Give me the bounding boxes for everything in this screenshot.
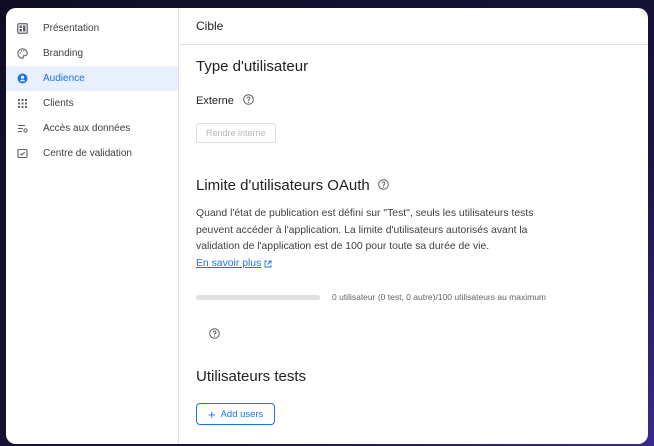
- help-icon[interactable]: [243, 94, 254, 108]
- app-window: Présentation Branding Audience Clients A…: [6, 8, 648, 444]
- add-users-label: Add users: [220, 408, 264, 420]
- user-type-row: Externe: [196, 94, 254, 108]
- make-internal-button[interactable]: Rendre interne: [196, 123, 276, 143]
- data-access-icon: [16, 123, 28, 135]
- plus-icon: +: [208, 406, 216, 422]
- sidebar-item-presentation[interactable]: Présentation: [6, 16, 178, 41]
- sidebar-item-label: Clients: [43, 98, 74, 109]
- help-icon[interactable]: [377, 177, 389, 194]
- user-type-value: Externe: [196, 95, 234, 107]
- user-type-heading: Type d'utilisateur: [196, 58, 309, 75]
- sidebar-item-label: Présentation: [43, 23, 100, 34]
- user-quota-progress: [196, 295, 320, 300]
- sidebar-item-label: Audience: [43, 73, 85, 84]
- main-content: Cible Type d'utilisateur Externe Rendre …: [180, 8, 648, 444]
- sidebar-item-data-access[interactable]: Accès aux données: [6, 116, 178, 141]
- add-users-button[interactable]: + Add users: [196, 403, 276, 425]
- oauth-limit-description: Quand l'état de publication est défini s…: [196, 208, 534, 252]
- help-icon[interactable]: [209, 326, 220, 344]
- sidebar-item-label: Accès aux données: [43, 123, 131, 134]
- person-icon: [16, 73, 28, 85]
- sidebar-item-audience[interactable]: Audience: [6, 66, 178, 91]
- verification-icon: [16, 148, 28, 160]
- sidebar-item-branding[interactable]: Branding: [6, 41, 178, 66]
- grid-icon: [16, 98, 28, 110]
- sidebar-item-label: Branding: [43, 48, 84, 59]
- user-quota-text: 0 utilisateur (0 test, 0 autre)/100 util…: [332, 292, 547, 302]
- learn-more-label: En savoir plus: [196, 258, 262, 269]
- page-title: Cible: [196, 19, 224, 33]
- oauth-limit-heading: Limite d'utilisateurs OAuth: [196, 177, 370, 194]
- palette-icon: [16, 48, 28, 60]
- sidebar-item-label: Centre de validation: [43, 148, 132, 159]
- learn-more-link[interactable]: En savoir plus: [196, 258, 272, 269]
- external-link-icon: [264, 260, 272, 268]
- oauth-limit-heading-row: Limite d'utilisateurs OAuth: [196, 177, 389, 194]
- sidebar-item-verification-center[interactable]: Centre de validation: [6, 141, 178, 166]
- test-users-heading: Utilisateurs tests: [196, 368, 307, 385]
- page-header: Cible: [180, 8, 648, 45]
- sidebar: Présentation Branding Audience Clients A…: [6, 8, 179, 444]
- dashboard-icon: [16, 23, 28, 35]
- sidebar-item-clients[interactable]: Clients: [6, 91, 178, 116]
